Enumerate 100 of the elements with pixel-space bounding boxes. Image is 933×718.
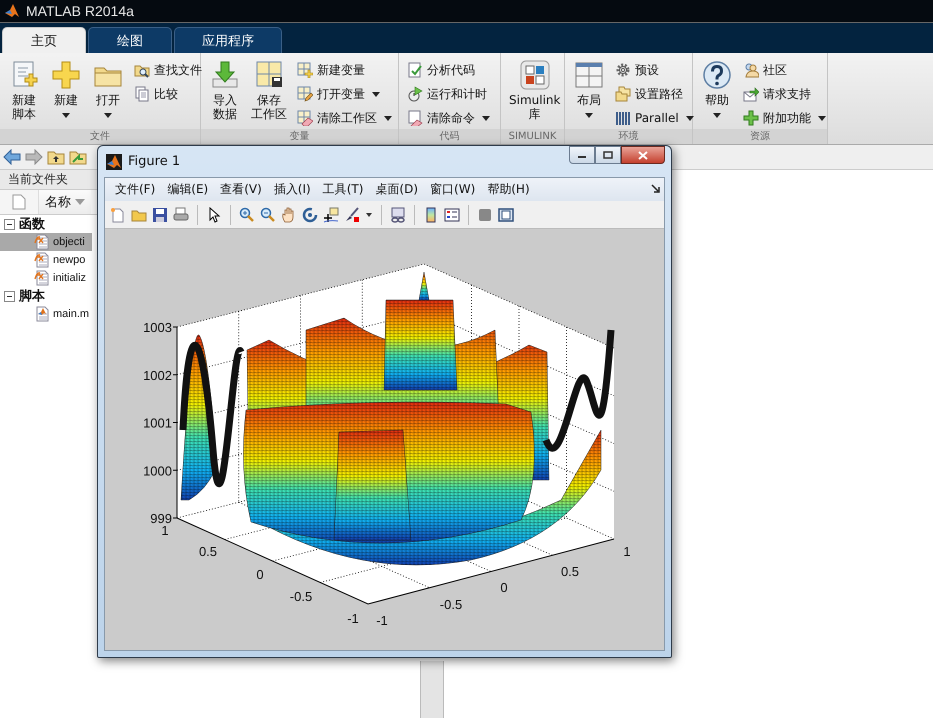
ribbon-button[interactable]: 导入 数据 xyxy=(207,57,243,129)
ribbon-button[interactable]: 清除命令 xyxy=(405,107,495,129)
tree-item[interactable]: initializ xyxy=(0,269,92,287)
tree-item[interactable]: main.m xyxy=(0,305,92,323)
tree-group[interactable]: 函数 xyxy=(19,215,45,233)
grid-plus-icon xyxy=(297,62,313,78)
caret-icon xyxy=(482,116,490,120)
envelope-arrow-icon xyxy=(743,86,759,102)
ribbon-button[interactable]: 保存 工作区 xyxy=(249,57,289,129)
ribbon-button[interactable]: 设置路径 xyxy=(613,83,699,105)
toolbar-button[interactable] xyxy=(343,206,361,224)
ribbon-button[interactable]: 查找文件 xyxy=(132,59,204,81)
people-icon xyxy=(743,62,759,78)
timer-play-icon xyxy=(407,86,423,102)
documents-icon xyxy=(134,86,150,102)
ribbon-button[interactable]: Simulink 库 xyxy=(507,57,562,129)
column-header[interactable]: 名称 xyxy=(39,190,91,214)
tick-label: 0.5 xyxy=(560,564,580,579)
ribbon-button[interactable]: 新建 脚本 xyxy=(6,57,42,129)
ribbon-tab[interactable]: 应用程序 xyxy=(174,27,282,53)
tick-label: -0.5 xyxy=(440,597,462,612)
menu-item[interactable]: 帮助(H) xyxy=(483,179,534,200)
sort-arrow-icon xyxy=(75,199,85,205)
caret-icon xyxy=(585,113,593,118)
toolbar-button[interactable] xyxy=(389,206,407,224)
ribbon-button[interactable]: 清除工作区 xyxy=(295,107,397,129)
collapse-icon[interactable] xyxy=(4,290,15,302)
new-figure-icon xyxy=(110,206,126,222)
group-title: 变量 xyxy=(201,129,398,144)
grid-pencil-icon xyxy=(297,86,313,102)
maximize-icon xyxy=(603,151,613,159)
tree-item[interactable]: newpo xyxy=(0,251,92,269)
up-folder-icon[interactable] xyxy=(47,149,65,165)
grid-eraser-icon xyxy=(297,110,313,126)
function-file-icon xyxy=(34,234,50,250)
ribbon-button[interactable]: 运行和计时 xyxy=(405,83,495,105)
menu-item[interactable]: 窗口(W) xyxy=(426,179,480,200)
function-file-icon xyxy=(34,270,50,286)
tick-label: 1001 xyxy=(143,416,172,430)
group-title: 资源 xyxy=(693,129,827,144)
ribbon-button[interactable]: 比较 xyxy=(132,83,204,105)
tick-label: -1 xyxy=(347,611,359,626)
tick-label: -1 xyxy=(376,613,388,628)
zoom-out-icon xyxy=(260,206,276,222)
group-title: 环境 xyxy=(565,129,692,144)
ribbon-button[interactable]: Parallel xyxy=(613,107,699,129)
toolbar-button[interactable] xyxy=(443,206,461,224)
tick-label: 1 xyxy=(623,544,631,559)
ribbon-button[interactable]: 帮助 xyxy=(699,57,735,129)
tick-label: 0 xyxy=(500,580,508,595)
ribbon-button[interactable]: 社区 xyxy=(741,59,831,81)
ribbon-button[interactable]: 分析代码 xyxy=(405,59,495,81)
maximize-button[interactable] xyxy=(595,146,621,164)
matlab-logo-icon xyxy=(106,154,122,170)
window-title: MATLAB R2014a xyxy=(26,3,134,19)
link-plot-icon xyxy=(390,206,406,222)
toolbar-button[interactable] xyxy=(151,206,169,224)
plus-icon xyxy=(50,59,82,91)
tree-item[interactable]: objecti xyxy=(0,233,92,251)
tick-label: 0 xyxy=(256,567,264,582)
tick-label: 1003 xyxy=(143,320,172,335)
tiles-icon xyxy=(518,59,551,91)
group-title: SIMULINK xyxy=(501,129,564,144)
caret-icon xyxy=(372,92,380,96)
settings-icon xyxy=(615,62,631,78)
square-icon xyxy=(477,206,493,222)
ribbon-tab[interactable]: 主页 xyxy=(2,27,86,53)
tree-group[interactable]: 脚本 xyxy=(19,287,45,305)
ribbon-button[interactable]: 预设 xyxy=(613,59,699,81)
ribbon-button[interactable]: 请求支持 xyxy=(741,83,831,105)
caret-icon[interactable] xyxy=(366,212,372,216)
window-panel-icon xyxy=(498,206,514,222)
data-cursor-icon xyxy=(323,206,339,222)
ribbon-button[interactable]: 打开变量 xyxy=(295,83,397,105)
collapse-icon[interactable] xyxy=(4,218,15,230)
figure-title: Figure 1 xyxy=(128,154,182,169)
tick-label: -0.5 xyxy=(290,589,312,604)
ribbon-button[interactable]: 新建变量 xyxy=(295,59,397,81)
ribbon-button[interactable]: 新建 xyxy=(48,57,84,129)
plus-icon xyxy=(743,110,759,126)
folders-icon xyxy=(615,86,631,102)
ribbon-button[interactable]: 布局 xyxy=(571,57,607,129)
toolbar-button[interactable] xyxy=(497,206,515,224)
ribbon-button[interactable]: 打开 xyxy=(90,57,126,129)
close-icon xyxy=(638,150,648,160)
close-button[interactable] xyxy=(621,146,665,164)
dock-arrow-icon[interactable] xyxy=(651,184,660,193)
caret-icon xyxy=(713,113,721,118)
caret-icon xyxy=(384,116,392,120)
ribbon-tab[interactable]: 绘图 xyxy=(88,27,172,53)
function-file-icon xyxy=(34,252,50,268)
file-icon xyxy=(12,194,26,210)
help-icon xyxy=(701,59,733,91)
minimize-button[interactable] xyxy=(569,146,595,164)
caret-icon xyxy=(818,116,826,120)
document-eraser-icon xyxy=(407,110,423,126)
back-arrow-icon[interactable] xyxy=(3,149,21,165)
ribbon-button[interactable]: 附加功能 xyxy=(741,107,831,129)
bars-icon xyxy=(615,110,631,126)
toolbar-button[interactable] xyxy=(322,206,340,224)
